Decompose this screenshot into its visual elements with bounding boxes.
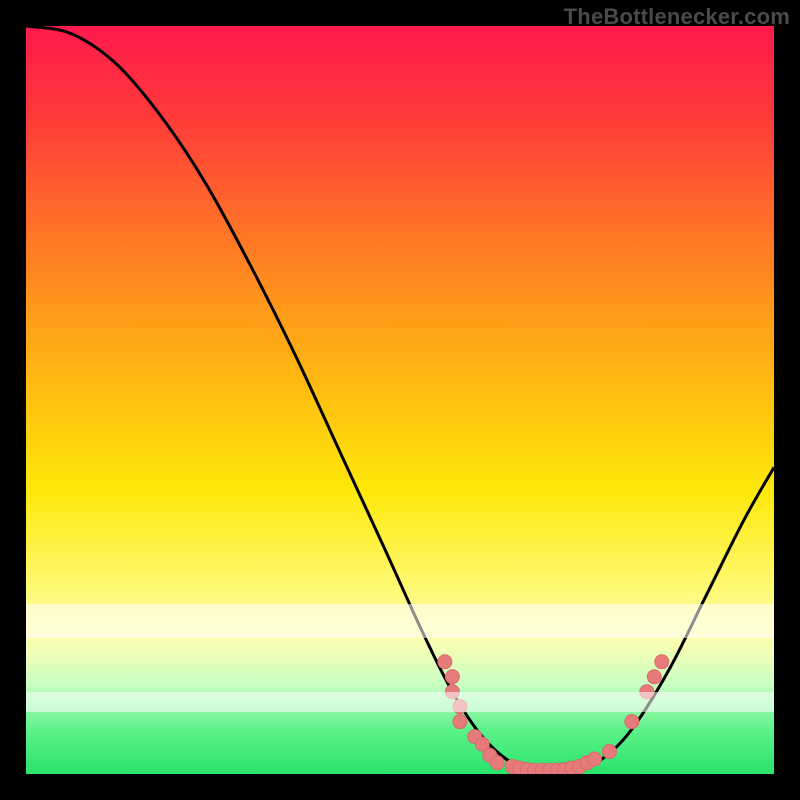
- watermark-text: TheBottlenecker.com: [564, 4, 790, 30]
- data-point: [587, 752, 601, 766]
- data-point: [490, 756, 504, 770]
- highlight-band-upper: [26, 604, 774, 638]
- data-point: [602, 745, 616, 759]
- data-point: [445, 670, 459, 684]
- data-point: [453, 715, 467, 729]
- data-point: [438, 655, 452, 669]
- data-point: [655, 655, 669, 669]
- highlight-band-lower: [26, 692, 774, 712]
- data-point: [647, 670, 661, 684]
- data-point: [625, 715, 639, 729]
- chart-plot-area: [26, 26, 774, 774]
- chart-svg: [26, 26, 774, 774]
